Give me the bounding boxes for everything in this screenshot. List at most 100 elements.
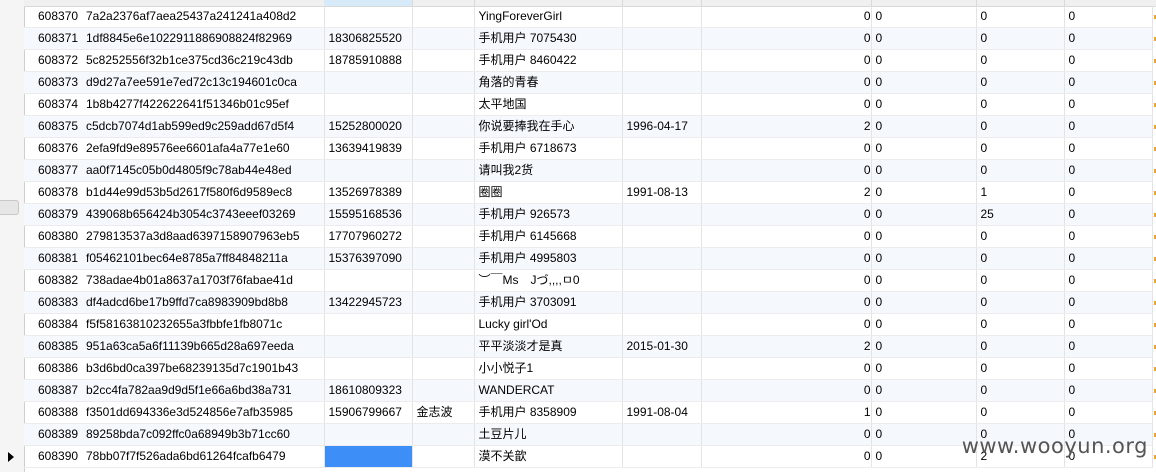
cell-c1[interactable]: 0 <box>701 6 872 28</box>
cell-c1[interactable]: 0 <box>701 93 872 116</box>
cell-nickname[interactable]: YingForeverGirl <box>474 6 623 28</box>
cell-birthday[interactable]: 2015-01-30 <box>622 335 702 358</box>
cell-id-hash[interactable]: 608384 f5f58163810232655a3fbbfe1fb8071c <box>24 313 325 336</box>
cell-c3[interactable]: 0 <box>976 335 1065 358</box>
cell-nickname[interactable]: 土豆片儿 <box>474 423 623 446</box>
table-row[interactable]: 608387 b2cc4fa782aa9d9d5f1e66a6bd38a731 18… <box>24 379 1153 402</box>
cell-c1[interactable]: 0 <box>701 423 872 446</box>
cell-realname[interactable] <box>412 27 475 50</box>
cell-c3[interactable]: 0 <box>976 71 1065 94</box>
cell-phone[interactable]: 18785910888 <box>324 49 413 72</box>
cell-c3[interactable]: 0 <box>976 27 1065 50</box>
cell-phone[interactable] <box>324 445 413 468</box>
cell-id-hash[interactable]: 608388 f3501dd694336e3d524856e7afb35985 <box>24 401 325 424</box>
cell-c4[interactable]: 0 <box>1064 159 1153 182</box>
cell-c1[interactable]: 2 <box>701 335 872 358</box>
cell-phone[interactable] <box>324 71 413 94</box>
cell-id-hash[interactable]: 608386 b3d6bd0ca397be68239135d7c1901b43 <box>24 357 325 380</box>
cell-nickname[interactable]: 手机用户 6718673 <box>474 137 623 160</box>
cell-nickname[interactable]: 你说要捧我在手心 <box>474 115 623 138</box>
cell-c4[interactable]: 0 <box>1064 225 1153 248</box>
cell-birthday[interactable] <box>622 291 702 314</box>
cell-c4[interactable]: 0 <box>1064 247 1153 270</box>
cell-c4[interactable]: 0 <box>1064 6 1153 28</box>
cell-phone[interactable] <box>324 313 413 336</box>
cell-c2[interactable]: 0 <box>871 71 977 94</box>
cell-c4[interactable]: 0 <box>1064 357 1153 380</box>
cell-c2[interactable]: 0 <box>871 423 977 446</box>
cell-nickname[interactable]: 漠不关歆 <box>474 445 623 468</box>
cell-c4[interactable]: 0 <box>1064 203 1153 226</box>
cell-c4[interactable]: 0 <box>1064 401 1153 424</box>
table-row[interactable]: 608378 b1d44e99d53b5d2617f580f6d9589ec8 13… <box>24 181 1153 204</box>
cell-realname[interactable] <box>412 291 475 314</box>
cell-phone[interactable]: 15595168536 <box>324 203 413 226</box>
cell-c1[interactable]: 0 <box>701 357 872 380</box>
cell-c2[interactable]: 0 <box>871 137 977 160</box>
cell-phone[interactable] <box>324 357 413 380</box>
cell-c3[interactable]: 25 <box>976 203 1065 226</box>
cell-phone[interactable]: 13526978389 <box>324 181 413 204</box>
table-row[interactable]: 608388 f3501dd694336e3d524856e7afb35985 15… <box>24 401 1153 424</box>
cell-birthday[interactable] <box>622 247 702 270</box>
cell-realname[interactable] <box>412 225 475 248</box>
cell-realname[interactable] <box>412 269 475 292</box>
cell-c4[interactable]: 0 <box>1064 335 1153 358</box>
cell-birthday[interactable]: 1991-08-13 <box>622 181 702 204</box>
cell-id-hash[interactable]: 608389 89258bda7c092ffc0a68949b3b71cc60 <box>24 423 325 446</box>
cell-id-hash[interactable]: 608387 b2cc4fa782aa9d9d5f1e66a6bd38a731 <box>24 379 325 402</box>
cell-birthday[interactable] <box>622 203 702 226</box>
cell-phone[interactable]: 18306825520 <box>324 27 413 50</box>
table-row[interactable]: 608376 2efa9fd9e89576ee6601afa4a77e1e60 13… <box>24 137 1153 160</box>
cell-c2[interactable]: 0 <box>871 379 977 402</box>
cell-c3[interactable]: 0 <box>976 313 1065 336</box>
cell-c3[interactable]: 0 <box>976 291 1065 314</box>
cell-id-hash[interactable]: 608390 78bb07f7f526ada6bd61264fcafb6479 <box>24 445 325 468</box>
cell-id-hash[interactable]: 608373 d9d27a7ee591e7ed72c13c194601c0ca <box>24 71 325 94</box>
cell-realname[interactable] <box>412 181 475 204</box>
cell-birthday[interactable] <box>622 379 702 402</box>
cell-c1[interactable]: 0 <box>701 379 872 402</box>
cell-phone[interactable] <box>324 269 413 292</box>
cell-c2[interactable]: 0 <box>871 357 977 380</box>
cell-realname[interactable] <box>412 445 475 468</box>
cell-c3[interactable]: 0 <box>976 401 1065 424</box>
cell-phone[interactable]: 17707960272 <box>324 225 413 248</box>
table-row[interactable]: 608374 1b8b4277f422622641f51346b01c95ef 太平… <box>24 93 1153 116</box>
cell-birthday[interactable] <box>622 313 702 336</box>
cell-phone[interactable]: 13639419839 <box>324 137 413 160</box>
cell-c2[interactable]: 0 <box>871 27 977 50</box>
cell-phone[interactable]: 15906799667 <box>324 401 413 424</box>
cell-realname[interactable] <box>412 49 475 72</box>
cell-c2[interactable]: 0 <box>871 269 977 292</box>
cell-realname[interactable] <box>412 115 475 138</box>
cell-c1[interactable]: 0 <box>701 137 872 160</box>
cell-c2[interactable]: 0 <box>871 93 977 116</box>
row-selector-gutter[interactable] <box>0 0 25 472</box>
cell-c2[interactable]: 0 <box>871 181 977 204</box>
cell-c4[interactable]: 0 <box>1064 137 1153 160</box>
cell-birthday[interactable] <box>622 137 702 160</box>
cell-nickname[interactable]: 小小悦子1 <box>474 357 623 380</box>
cell-c3[interactable]: 0 <box>976 49 1065 72</box>
cell-realname[interactable] <box>412 313 475 336</box>
cell-realname[interactable] <box>412 335 475 358</box>
cell-nickname[interactable]: 手机用户 8358909 <box>474 401 623 424</box>
cell-c2[interactable]: 0 <box>871 225 977 248</box>
cell-phone[interactable] <box>324 93 413 116</box>
cell-phone[interactable] <box>324 423 413 446</box>
cell-c2[interactable]: 0 <box>871 445 977 468</box>
table-row[interactable]: 608372 5c8252556f32b1ce375cd36c219c43db 18… <box>24 49 1153 72</box>
cell-id-hash[interactable]: 608371 1df8845e6e1022911886908824f82969 <box>24 27 325 50</box>
cell-c2[interactable]: 0 <box>871 49 977 72</box>
cell-c1[interactable]: 2 <box>701 181 872 204</box>
cell-nickname[interactable]: ︶￣Ms Jづ,,,,ㅁ0 <box>474 269 623 292</box>
cell-birthday[interactable] <box>622 225 702 248</box>
table-row[interactable]: 608383 df4adcd6be17b9ffd7ca8983909bd8b8 13… <box>24 291 1153 314</box>
cell-c1[interactable]: 0 <box>701 313 872 336</box>
cell-c3[interactable]: 1 <box>976 181 1065 204</box>
cell-c1[interactable]: 0 <box>701 247 872 270</box>
cell-phone[interactable] <box>324 6 413 28</box>
cell-c4[interactable]: 0 <box>1064 27 1153 50</box>
cell-phone[interactable]: 13422945723 <box>324 291 413 314</box>
